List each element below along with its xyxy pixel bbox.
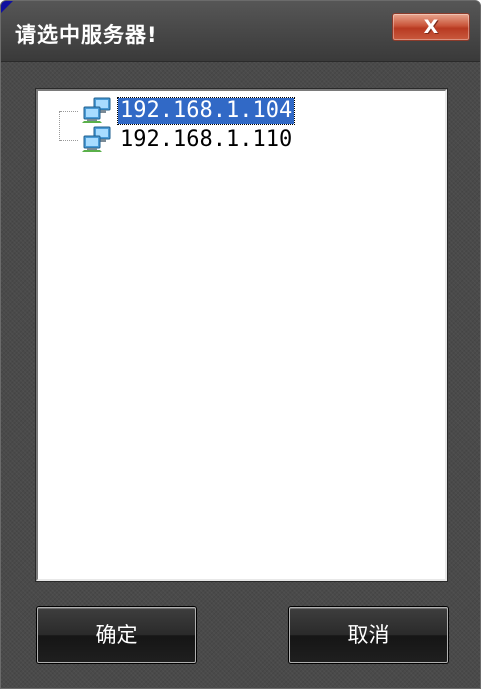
network-computer-icon [80, 96, 116, 126]
tree-item-label: 192.168.1.104 [116, 97, 296, 125]
server-select-dialog: 请选中服务器! X 192.168.1.104 192.168.1.110 确定… [0, 0, 481, 689]
close-icon: X [423, 16, 439, 38]
ok-button[interactable]: 确定 [37, 607, 196, 663]
close-button[interactable]: X [392, 13, 470, 41]
tree-connector-horizontal [60, 111, 78, 112]
corner-accent [1, 1, 13, 13]
tree-item-label: 192.168.1.110 [120, 127, 293, 152]
network-computer-icon [80, 125, 116, 155]
tree-item-server-2[interactable]: 192.168.1.110 [80, 126, 294, 154]
tree-connector-vertical [59, 111, 60, 141]
tree-item-server-1[interactable]: 192.168.1.104 [80, 96, 296, 126]
server-tree[interactable]: 192.168.1.104 192.168.1.110 [35, 88, 448, 582]
dialog-title: 请选中服务器! [15, 23, 158, 47]
title-bar[interactable]: 请选中服务器! X [1, 1, 480, 62]
cancel-button[interactable]: 取消 [289, 607, 448, 663]
tree-connector-horizontal [60, 140, 78, 141]
